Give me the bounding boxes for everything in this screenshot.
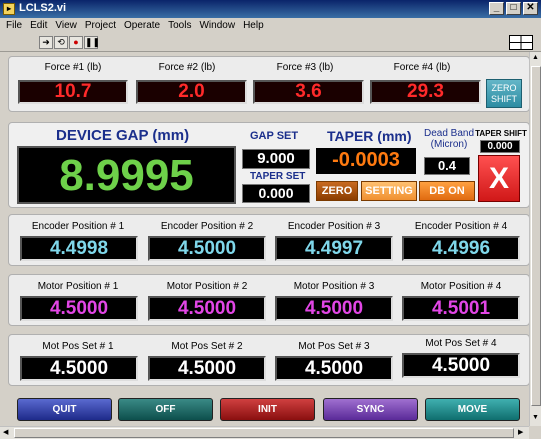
menu-help[interactable]: Help: [239, 18, 268, 31]
taper-set-label: TAPER SET: [250, 171, 306, 182]
abort-icon[interactable]: ●: [69, 36, 83, 49]
taper-shift-input[interactable]: 0.000: [480, 140, 520, 153]
menu-bar: File Edit View Project Operate Tools Window Hel…: [0, 18, 541, 34]
menu-window[interactable]: Window: [195, 18, 239, 31]
encoder-2-label: Encoder Position # 2: [160, 221, 254, 232]
scroll-up-icon[interactable]: ▲: [532, 54, 539, 61]
horizontal-scroll-thumb[interactable]: [14, 428, 514, 438]
taper-display: -0.0003: [316, 148, 416, 174]
encoder-1-label: Encoder Position # 1: [31, 221, 125, 232]
zero-shift-line-2: SHIFT: [491, 94, 517, 104]
taper-set-input[interactable]: 0.000: [242, 184, 310, 203]
device-gap-display: 8.9995: [17, 146, 236, 204]
dead-band-line-1: Dead Band: [423, 128, 475, 139]
off-button[interactable]: OFF: [118, 398, 213, 421]
taper-shift-label: TAPER SHIFT: [475, 129, 527, 138]
mot-pos-set-4-label: Mot Pos Set # 4: [425, 338, 497, 349]
mot-pos-set-3-input[interactable]: 4.5000: [275, 356, 393, 381]
menu-edit[interactable]: Edit: [26, 18, 51, 31]
encoder-4-display: 4.4996: [402, 236, 520, 261]
init-button[interactable]: INIT: [220, 398, 315, 421]
menu-tools[interactable]: Tools: [164, 18, 195, 31]
vertical-scrollbar[interactable]: ▲ ▼: [529, 52, 541, 426]
force-4-display: 29.3: [370, 80, 481, 104]
motor-4-display: 4.5001: [402, 296, 520, 321]
mot-pos-set-1-input[interactable]: 4.5000: [20, 356, 138, 381]
zero-button[interactable]: ZERO: [316, 181, 358, 201]
force-2-label: Force #2 (lb): [158, 62, 216, 73]
encoder-3-label: Encoder Position # 3: [287, 221, 381, 232]
db-on-button[interactable]: DB ON: [419, 181, 475, 201]
gap-set-input[interactable]: 9.000: [242, 149, 310, 169]
motor-3-label: Motor Position # 3: [293, 281, 375, 292]
window-controls: _ □ ✕: [489, 2, 538, 15]
menu-operate[interactable]: Operate: [120, 18, 164, 31]
force-3-display: 3.6: [253, 80, 364, 104]
force-4-label: Force #4 (lb): [393, 62, 451, 73]
title-bar: ▸ LCLS2.vi _ □ ✕: [0, 0, 541, 18]
scroll-down-icon[interactable]: ▼: [532, 414, 539, 421]
pause-icon[interactable]: ❚❚: [84, 36, 100, 49]
close-button[interactable]: ✕: [523, 2, 538, 15]
scroll-left-icon[interactable]: ◀: [3, 428, 8, 436]
gap-set-label: GAP SET: [250, 130, 299, 142]
mot-pos-set-2-input[interactable]: 4.5000: [148, 356, 266, 381]
setting-button[interactable]: SETTING: [361, 181, 417, 201]
mot-pos-set-4-input[interactable]: 4.5000: [402, 353, 520, 378]
toolbar: ➜ ⟲ ● ❚❚: [0, 34, 541, 52]
motor-4-label: Motor Position # 4: [420, 281, 502, 292]
force-1-display: 10.7: [18, 80, 128, 104]
dead-band-label: Dead Band (Micron): [419, 128, 479, 150]
encoder-1-display: 4.4998: [20, 236, 138, 261]
mot-pos-set-1-label: Mot Pos Set # 1: [42, 341, 114, 352]
sync-button[interactable]: SYNC: [323, 398, 418, 421]
force-2-display: 2.0: [136, 80, 247, 104]
dead-band-input[interactable]: 0.4: [424, 157, 470, 175]
mot-pos-set-3-label: Mot Pos Set # 3: [298, 341, 370, 352]
stop-x-button[interactable]: X: [478, 155, 520, 202]
menu-file[interactable]: File: [0, 18, 26, 31]
dead-band-line-2: (Micron): [430, 139, 468, 150]
minimize-button[interactable]: _: [489, 2, 504, 15]
motor-2-display: 4.5000: [148, 296, 266, 321]
run-arrow-icon[interactable]: ➜: [39, 36, 53, 49]
zero-shift-button[interactable]: ZERO SHIFT: [486, 79, 522, 108]
zero-shift-line-1: ZERO: [491, 83, 517, 93]
device-gap-title: DEVICE GAP (mm): [56, 127, 190, 144]
motor-1-display: 4.5000: [20, 296, 138, 321]
motor-1-label: Motor Position # 1: [37, 281, 119, 292]
vi-icon: ▸: [3, 3, 15, 15]
quit-button[interactable]: QUIT: [17, 398, 112, 421]
window-title: LCLS2.vi: [19, 2, 67, 14]
encoder-2-display: 4.5000: [148, 236, 266, 261]
move-button[interactable]: MOVE: [425, 398, 520, 421]
menu-view[interactable]: View: [51, 18, 81, 31]
scroll-right-icon[interactable]: ▶: [518, 428, 523, 436]
force-1-label: Force #1 (lb): [44, 62, 102, 73]
vertical-scroll-thumb[interactable]: [531, 66, 541, 406]
run-continuously-icon[interactable]: ⟲: [54, 36, 68, 49]
force-3-label: Force #3 (lb): [276, 62, 334, 73]
taper-title: TAPER (mm): [327, 128, 412, 144]
maximize-button[interactable]: □: [506, 2, 521, 15]
encoder-3-display: 4.4997: [275, 236, 393, 261]
mot-pos-set-2-label: Mot Pos Set # 2: [171, 341, 243, 352]
connector-pane-icon: [509, 35, 533, 50]
motor-2-label: Motor Position # 2: [166, 281, 248, 292]
motor-3-display: 4.5000: [275, 296, 393, 321]
menu-project[interactable]: Project: [81, 18, 120, 31]
horizontal-scrollbar[interactable]: ◀ ▶: [0, 426, 529, 439]
encoder-4-label: Encoder Position # 4: [414, 221, 508, 232]
